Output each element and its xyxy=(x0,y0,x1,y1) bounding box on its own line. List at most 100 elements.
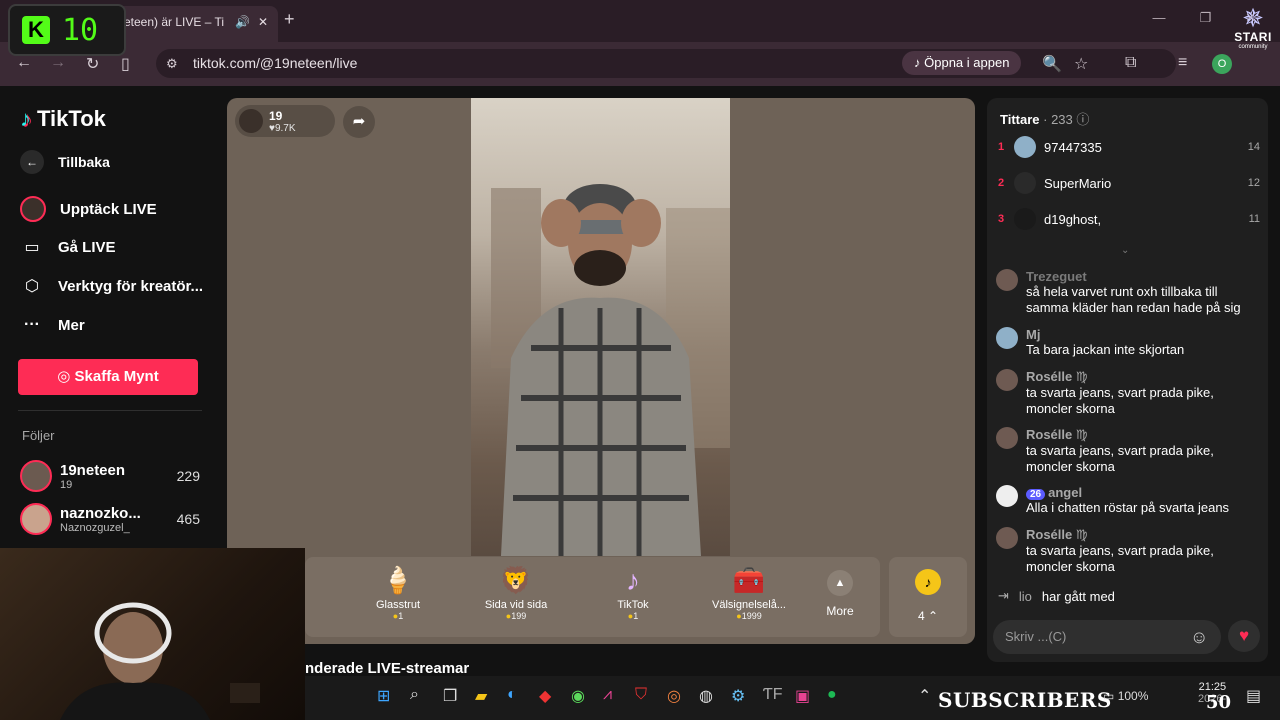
browser-tab[interactable]: eteen) är LIVE – Ti 🔊 ✕ xyxy=(110,6,278,42)
sidebar-item-go-live[interactable]: ▭ Gå LIVE xyxy=(20,237,115,257)
viewer-name: d19ghost, xyxy=(1044,211,1102,227)
task-view-icon[interactable]: ❐ xyxy=(443,686,457,706)
app-magenta-icon[interactable]: ▣ xyxy=(795,686,810,706)
top-viewer-row[interactable]: 1 97447335 14 xyxy=(998,136,1260,158)
url-text[interactable]: tiktok.com/@19neteen/live xyxy=(193,55,357,71)
tiktok-gift-icon: ♪ xyxy=(626,565,640,596)
following-item[interactable]: naznozko... Naznozguzel_ 465 xyxy=(20,503,200,535)
following-name: naznozko... xyxy=(60,504,141,522)
viewer-score: 11 xyxy=(1248,213,1260,225)
lion-gift-icon: 🦁 xyxy=(499,565,533,595)
tiktok-logo[interactable]: ♪ TikTok xyxy=(20,106,106,132)
tiktok-note-icon: ♪ xyxy=(20,106,31,131)
following-viewers: 465 xyxy=(176,511,200,527)
open-in-app-button[interactable]: ♪ Öppna i appen xyxy=(902,51,1022,75)
extensions-icon[interactable]: ⧉ xyxy=(1125,54,1136,72)
profile-avatar[interactable]: O xyxy=(1212,54,1232,74)
sidebar-item-creator-tools[interactable]: ⬡ Verktyg för kreatör... xyxy=(20,276,203,296)
close-tab-icon[interactable]: ✕ xyxy=(258,15,268,29)
forward-arrow-icon[interactable]: → xyxy=(50,54,66,72)
help-icon[interactable]: ⓘ xyxy=(1076,112,1089,127)
message-author: Rosélle ♍ xyxy=(1026,527,1088,542)
chat-input[interactable]: Skriv ...(C) xyxy=(993,620,1221,654)
treasure-box-gift-icon: 🧰 xyxy=(732,565,766,595)
more-gifts-button[interactable]: ▲ More xyxy=(822,570,858,618)
game-icon[interactable]: ◍ xyxy=(699,686,713,706)
minimize-icon[interactable]: — xyxy=(1152,10,1165,26)
chat-message[interactable]: Mj Ta bara jackan inte skjortan xyxy=(996,327,1246,358)
share-button[interactable]: ➦ xyxy=(343,106,375,138)
viewers-heading[interactable]: Tittare · 233 ⓘ xyxy=(1000,109,1089,128)
app-tf-icon[interactable]: ƬF xyxy=(763,686,783,704)
coin-balance[interactable]: ♪ 4 ⌃ xyxy=(889,557,967,637)
gift-item[interactable]: ♪ TikTok ●1 xyxy=(578,565,688,621)
chat-message[interactable]: Rosélle ♍ ta svarta jeans, svart prada p… xyxy=(996,427,1246,475)
level-badge: 26 xyxy=(1026,489,1046,500)
file-explorer-icon[interactable]: ▰ xyxy=(475,686,487,706)
stari-community-logo: ✵ STARI community xyxy=(1230,5,1276,50)
speaker-icon[interactable]: 🔊 xyxy=(235,15,250,29)
zoom-icon[interactable]: 🔍 xyxy=(1042,54,1062,74)
viewers-title: Tittare xyxy=(1000,112,1040,127)
live-video[interactable] xyxy=(471,98,730,556)
chat-message[interactable]: Rosélle ♍ ta svarta jeans, svart prada p… xyxy=(996,369,1246,417)
viewer-rank: 1 xyxy=(998,141,1005,153)
notification-icon[interactable]: ▤ xyxy=(1246,686,1261,706)
chat-message[interactable]: 26 angel Alla i chatten röstar på svarta … xyxy=(996,485,1246,516)
app-orange-icon[interactable]: ◎ xyxy=(667,686,681,706)
chat-message[interactable]: Rosélle ♍ ta svarta jeans, svart prada p… xyxy=(996,527,1246,575)
bookmark-star-icon[interactable]: ☆ xyxy=(1074,54,1088,74)
tray-chevron-icon[interactable]: ⌃ xyxy=(918,686,931,706)
host-likes: 9.7K xyxy=(274,122,296,134)
media-controls-icon[interactable]: ≡ xyxy=(1178,54,1187,72)
message-author: Mj xyxy=(1026,327,1041,342)
message-text: ta svarta jeans, svart prada pike, moncl… xyxy=(1026,385,1214,416)
battery-indicator[interactable]: ▭ 100% xyxy=(1103,689,1148,703)
back-circle-icon: ← xyxy=(20,150,44,174)
kick-follower-badge: K 10 xyxy=(8,4,126,56)
gift-item[interactable]: 🧰 Välsignelselå... ●1999 xyxy=(694,565,804,621)
antivirus-icon[interactable]: ⛉ xyxy=(635,686,647,704)
chrome-icon[interactable]: ◉ xyxy=(571,686,585,706)
expand-chevron-icon[interactable]: ⌄ xyxy=(1121,245,1129,256)
coin-balance-value: 4 xyxy=(917,609,925,623)
like-button[interactable]: ♥ xyxy=(1228,620,1260,652)
sidebar-item-more[interactable]: ··· Mer xyxy=(20,316,85,334)
chat-message[interactable]: Trezeguet så hela varvet runt oxh tillba… xyxy=(996,269,1246,316)
kick-count: 10 xyxy=(62,12,99,48)
windows-start-icon[interactable]: ⊞ xyxy=(377,686,390,706)
spotify-icon[interactable]: ● xyxy=(827,686,837,704)
avatar xyxy=(996,269,1018,291)
gift-price: 199 xyxy=(511,611,527,621)
back-arrow-icon[interactable]: ← xyxy=(16,54,32,72)
top-viewer-row[interactable]: 3 d19ghost, 11 xyxy=(998,208,1260,230)
gift-price: 1 xyxy=(633,611,639,621)
app-red-icon[interactable]: ◆ xyxy=(539,686,551,706)
emoji-icon[interactable]: ☺ xyxy=(1190,627,1208,648)
get-coins-button[interactable]: ◎ Skaffa Mynt xyxy=(18,359,198,395)
gift-name: Sida vid sida xyxy=(484,599,548,611)
kick-logo: K xyxy=(22,16,50,44)
host-info[interactable]: 19 ♥9.7K xyxy=(235,105,335,137)
site-info-icon[interactable]: ⚙ xyxy=(166,56,178,72)
sidebar-item-discover-live[interactable]: Upptäck LIVE xyxy=(20,196,157,222)
gift-item[interactable]: 🦁 Sida vid sida ●199 xyxy=(461,565,571,621)
gift-item[interactable]: 🍦 Glasstrut ●1 xyxy=(343,565,453,621)
app-pink-icon[interactable]: ⩘ xyxy=(603,686,612,704)
back-link[interactable]: ← Tillbaka xyxy=(20,150,110,174)
split-view-icon[interactable]: ▯ xyxy=(121,54,130,74)
new-tab-button[interactable]: + xyxy=(284,9,295,30)
following-item[interactable]: 19neteen 19 229 xyxy=(20,460,200,492)
edge-icon[interactable]: ◐ xyxy=(507,686,517,704)
battery-level: 100% xyxy=(1117,689,1149,703)
avatar xyxy=(1014,208,1036,230)
search-icon[interactable]: ⌕ xyxy=(410,686,419,704)
top-viewer-row[interactable]: 2 SuperMario 12 xyxy=(998,172,1260,194)
message-text: ta svarta jeans, svart prada pike, moncl… xyxy=(1026,543,1214,574)
steam-icon[interactable]: ⚙ xyxy=(731,686,745,706)
reload-icon[interactable]: ↻ xyxy=(86,54,99,74)
get-coins-label: Skaffa Mynt xyxy=(74,368,159,385)
live-discover-icon xyxy=(20,196,46,222)
maximize-icon[interactable]: ❐ xyxy=(1199,10,1211,26)
coin-outline-icon: ◎ xyxy=(57,368,71,385)
